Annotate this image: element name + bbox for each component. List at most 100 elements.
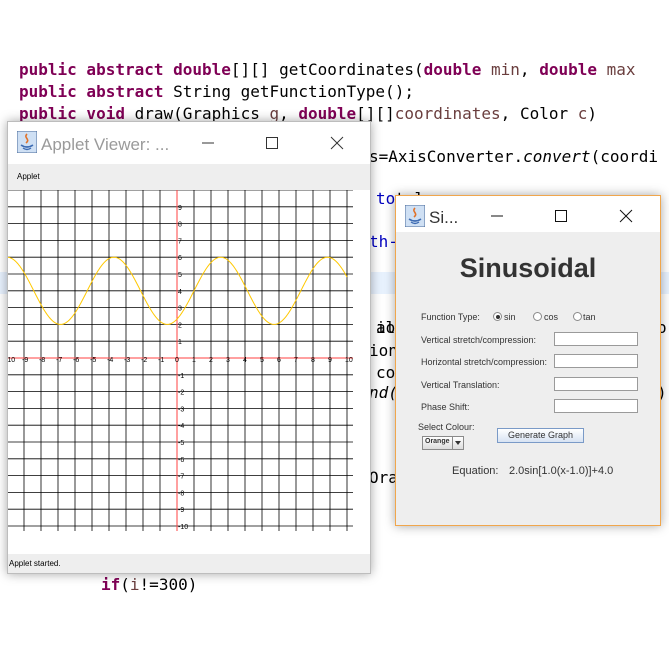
vertical-translation-field[interactable]	[554, 377, 638, 391]
sinusoidal-window[interactable]: Si... Sinusoidal Function Type: sin cos …	[395, 195, 661, 526]
code-token: (coordi	[590, 147, 658, 166]
y-tick-label: 8	[178, 222, 182, 229]
vertical-translation-label: Vertical Translation:	[421, 380, 500, 390]
code-token: public abstract double	[19, 60, 231, 79]
code-token: th-	[369, 232, 398, 251]
function-type-label: Function Type:	[421, 312, 480, 322]
x-tick-label: 2	[209, 357, 213, 364]
x-tick-label: 8	[311, 357, 315, 364]
close-icon[interactable]	[616, 206, 636, 226]
y-tick-label: -2	[178, 390, 184, 397]
close-icon[interactable]	[327, 133, 347, 153]
chevron-down-icon[interactable]	[452, 437, 463, 449]
y-tick-label: -10	[178, 524, 188, 531]
x-tick-label: -4	[107, 357, 113, 364]
code-token: , Color	[500, 104, 578, 123]
select-colour-label: Select Colour:	[418, 422, 475, 432]
equation-label: Equation:	[452, 465, 499, 477]
x-tick-label: 6	[277, 357, 281, 364]
radio-tan-label[interactable]: tan	[583, 312, 596, 322]
applet-window-title: Applet Viewer: ...	[41, 135, 170, 154]
x-tick-label: 7	[294, 357, 298, 364]
y-tick-label: -3	[178, 406, 184, 413]
y-tick-label: 4	[178, 289, 182, 296]
phase-shift-field[interactable]	[554, 399, 638, 413]
graph-area: -10-9-8-7-6-5-4-3-2-10123456789109876543…	[5, 189, 353, 531]
status-text: Applet started.	[9, 559, 61, 568]
x-tick-label: -6	[73, 357, 79, 364]
status-bar	[8, 554, 370, 573]
y-tick-label: -5	[178, 440, 184, 447]
code-token: )	[587, 104, 598, 123]
code-token: c	[577, 104, 588, 123]
radio-cos[interactable]	[533, 312, 542, 321]
java-icon	[17, 131, 37, 153]
code-line: th-	[369, 232, 398, 251]
x-tick-label: -2	[141, 357, 147, 364]
x-tick-label: 5	[260, 357, 264, 364]
code-line: s=AxisConverter.convert(coordi	[369, 147, 658, 166]
code-token: [][] getCoordinates(	[230, 60, 424, 79]
code-token: s=AxisConverter.	[369, 147, 524, 166]
minimize-icon[interactable]	[198, 133, 218, 153]
code-token: if	[101, 575, 121, 594]
horizontal-stretch-field[interactable]	[554, 354, 638, 368]
maximize-icon[interactable]	[551, 206, 571, 226]
equation-value: 2.0sin[1.0(x-1.0)]+4.0	[509, 465, 614, 477]
code-token: ion	[369, 341, 398, 360]
x-tick-label: -3	[124, 357, 130, 364]
minimize-icon[interactable]	[487, 206, 507, 226]
code-line: ion	[369, 341, 398, 360]
sinusoidal-titlebar[interactable]: Si...	[396, 196, 660, 232]
x-tick-label: -10	[8, 357, 15, 364]
code-token: public abstract	[19, 82, 164, 101]
x-tick-label: -9	[22, 357, 28, 364]
y-tick-label: -1	[178, 373, 184, 380]
code-token: i	[129, 575, 140, 594]
y-tick-label: -4	[178, 423, 184, 430]
y-tick-label: 5	[178, 272, 182, 279]
radio-sin[interactable]	[493, 312, 502, 321]
code-token: !=300)	[139, 575, 198, 594]
code-token: min	[491, 60, 520, 79]
x-tick-label: 3	[226, 357, 230, 364]
y-tick-label: 1	[178, 339, 182, 346]
radio-sin-label[interactable]: sin	[504, 312, 516, 322]
code-token: Ora	[369, 468, 398, 487]
horizontal-stretch-label: Horizontal stretch/compression:	[421, 357, 548, 367]
sinusoidal-window-title: Si...	[429, 208, 459, 227]
y-tick-label: 7	[178, 238, 182, 245]
radio-cos-label[interactable]: cos	[544, 312, 558, 322]
y-tick-label: 9	[178, 205, 182, 212]
code-token: io	[376, 318, 396, 337]
x-tick-label: -8	[39, 357, 45, 364]
code-line: public abstract double[][] getCoordinate…	[19, 60, 636, 79]
maximize-icon[interactable]	[262, 133, 282, 153]
generate-graph-button[interactable]: Generate Graph	[497, 428, 584, 443]
graph-svg: -10-9-8-7-6-5-4-3-2-10123456789109876543…	[5, 189, 353, 531]
x-tick-label: 4	[243, 357, 247, 364]
code-token: max	[606, 60, 636, 79]
y-tick-label: -9	[178, 507, 184, 514]
y-tick-label: 2	[178, 322, 182, 329]
colour-select[interactable]: Orange	[422, 436, 464, 450]
x-tick-label: -7	[56, 357, 62, 364]
vertical-stretch-field[interactable]	[554, 332, 638, 346]
code-token: to	[376, 189, 396, 208]
x-tick-label: 9	[328, 357, 332, 364]
applet-titlebar[interactable]: Applet Viewer: ...	[8, 122, 370, 158]
code-line: nd(	[369, 383, 398, 402]
code-token: coordinates	[394, 104, 501, 123]
x-tick-label: -1	[158, 357, 164, 364]
code-token: (	[120, 575, 130, 594]
phase-shift-label: Phase Shift:	[421, 402, 470, 412]
applet-menu-bar[interactable]	[8, 164, 370, 190]
code-line: if(i!=300)	[101, 575, 197, 594]
code-token: nd(	[369, 383, 398, 402]
y-tick-label: 3	[178, 306, 182, 313]
applet-viewer-window[interactable]: Applet Viewer: ... Applet -10 -9 -8 -7 -6 -5 -…	[5, 121, 371, 574]
y-tick-label: -7	[178, 474, 184, 481]
applet-menu[interactable]: Applet	[17, 172, 40, 181]
radio-tan[interactable]	[573, 312, 582, 321]
